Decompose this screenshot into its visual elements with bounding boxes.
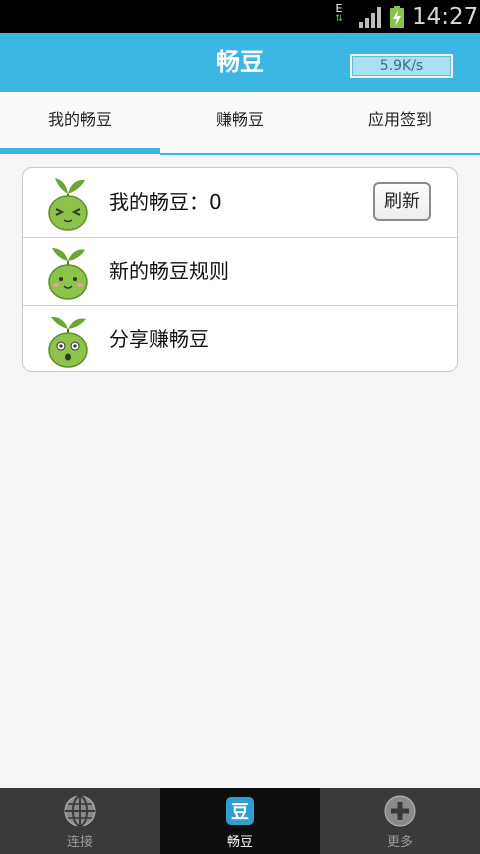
tab-selected-indicator xyxy=(0,148,160,154)
nav-connect-label: 连接 xyxy=(66,835,93,850)
bean-squint-icon xyxy=(48,178,88,231)
my-beans-label: 我的畅豆： xyxy=(109,190,209,214)
tab-underline xyxy=(160,153,480,155)
list-item-my-beans: 我的畅豆：0 刷新 xyxy=(23,168,457,236)
signal-icon xyxy=(359,7,381,28)
status-bar: E ⇅ 14:27 xyxy=(0,0,480,33)
globe-icon xyxy=(64,795,96,827)
tab-bar: 我的畅豆 赚畅豆 应用签到 xyxy=(0,92,480,155)
nav-connect[interactable]: 连接 xyxy=(0,788,160,854)
battery-charging-icon xyxy=(390,6,404,28)
share-beans-label: 分享赚畅豆 xyxy=(109,327,209,351)
list-item-bean-rules[interactable]: 新的畅豆规则 xyxy=(23,237,457,305)
nav-more[interactable]: 更多 xyxy=(320,788,480,854)
plus-circle-icon xyxy=(384,795,416,827)
speed-value: 5.9K/s xyxy=(379,58,424,74)
tab-my-beans[interactable]: 我的畅豆 xyxy=(0,92,160,150)
speed-indicator: 5.9K/s xyxy=(350,54,453,78)
bottom-nav: 连接 豆 畅豆 更多 xyxy=(0,788,480,854)
title-bar: 畅豆 5.9K/s xyxy=(0,33,480,92)
my-beans-text: 我的畅豆：0 xyxy=(109,168,222,236)
clock: 14:27 xyxy=(412,4,479,30)
my-beans-value: 0 xyxy=(209,190,222,214)
bean-surprised-icon xyxy=(48,316,88,368)
tab-earn-beans[interactable]: 赚畅豆 xyxy=(160,92,320,150)
bean-smile-icon xyxy=(48,248,88,300)
bean-rules-label: 新的畅豆规则 xyxy=(109,259,229,283)
nav-beans-label: 畅豆 xyxy=(226,835,253,850)
data-arrows-icon: ⇅ xyxy=(335,14,343,24)
nav-more-label: 更多 xyxy=(386,835,413,850)
refresh-button[interactable]: 刷新 xyxy=(373,182,431,221)
bean-icon-glyph: 豆 xyxy=(231,802,249,823)
network-indicator: E ⇅ xyxy=(331,3,347,29)
bean-icon: 豆 xyxy=(226,797,254,825)
tab-app-checkin[interactable]: 应用签到 xyxy=(320,92,480,150)
bean-list-card: 我的畅豆：0 刷新 新的畅豆规则 分享赚畅豆 xyxy=(22,167,458,372)
nav-beans[interactable]: 豆 畅豆 xyxy=(160,788,320,854)
list-item-share-beans[interactable]: 分享赚畅豆 xyxy=(23,305,457,371)
